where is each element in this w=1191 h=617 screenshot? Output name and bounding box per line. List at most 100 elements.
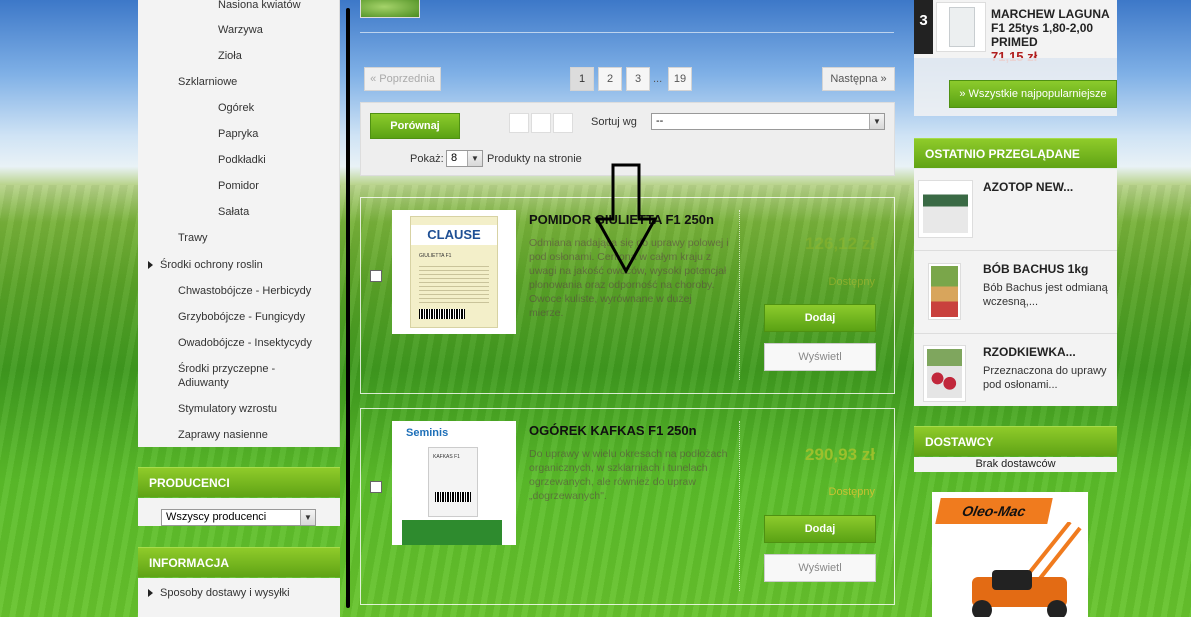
packet-brand: Seminis — [406, 427, 449, 439]
seed-packet — [949, 7, 975, 47]
product-thumbnail[interactable] — [923, 345, 966, 402]
category-label: Pomidor — [218, 180, 259, 192]
producers-panel: Wszyscy producenci ▼ — [138, 498, 340, 526]
divider — [739, 210, 740, 380]
ad-brand-logo: Oleo-Mac — [935, 498, 1053, 524]
category-label: Zaprawy nasienne — [178, 429, 268, 441]
ad-brand-text: Oleo-Mac — [960, 503, 1028, 519]
product-card: Seminis KAFKAS F1 OGÓREK KAFKAS F1 250n … — [360, 408, 895, 605]
add-to-cart-button[interactable]: Dodaj — [764, 515, 876, 543]
product-thumbnail[interactable] — [360, 0, 420, 18]
compare-checkbox[interactable] — [370, 270, 382, 282]
popular-product-item[interactable]: 3 MARCHEW LAGUNA F1 25tys 1,80-2,00 PRIM… — [914, 0, 1117, 64]
lawn-mower-icon — [972, 522, 1082, 617]
product-image[interactable]: Seminis KAFKAS F1 — [392, 421, 516, 545]
category-papryka[interactable]: Papryka — [138, 121, 340, 147]
page-1-button[interactable]: 1 — [570, 67, 594, 91]
category-herbicydy[interactable]: Chwastobójcze - Herbicydy — [138, 278, 340, 304]
availability-status: Dostępny — [828, 486, 875, 498]
popular-footer: » Wszystkie najpopularniejsze — [914, 58, 1117, 116]
category-pomidor[interactable]: Pomidor — [138, 173, 340, 199]
suppliers-empty-text: Brak dostawców — [914, 457, 1117, 472]
product-thumbnail[interactable] — [918, 180, 973, 238]
info-item-label: Sposoby dostawy i wysyłki — [160, 587, 290, 599]
view-product-button[interactable]: Wyświetl — [764, 554, 876, 582]
category-ziola[interactable]: Zioła — [138, 43, 340, 69]
add-to-cart-button[interactable]: Dodaj — [764, 304, 876, 332]
divider — [739, 421, 740, 591]
ad-banner[interactable]: Oleo-Mac — [932, 492, 1088, 617]
category-salata[interactable]: Sałata — [138, 199, 340, 225]
prev-page-button[interactable]: « Poprzednia — [364, 67, 441, 91]
rank-badge: 3 — [914, 0, 933, 54]
chevron-down-icon: ▼ — [467, 151, 482, 166]
sort-label: Sortuj wg — [591, 116, 637, 128]
all-popular-button[interactable]: » Wszystkie najpopularniejsze — [949, 80, 1117, 108]
category-label: Ogórek — [218, 102, 255, 114]
sort-select[interactable]: -- ▼ — [651, 113, 885, 130]
recent-item-description: Przeznaczona do uprawy pod osłonami... — [983, 365, 1107, 391]
triangle-right-icon — [148, 261, 153, 269]
category-label: Chwastobójcze - Herbicydy — [178, 285, 312, 297]
category-zaprawy[interactable]: Zaprawy nasienne — [138, 422, 340, 448]
show-label: Pokaż: — [410, 153, 444, 165]
barcode-icon — [435, 492, 471, 502]
per-page-label: Produkty na stronie — [487, 153, 582, 165]
category-label: Środki przyczepne - Adiuwanty — [178, 363, 276, 389]
packet-text-block — [419, 263, 489, 303]
producers-select[interactable]: Wszyscy producenci ▼ — [161, 509, 316, 526]
category-podkladki[interactable]: Podkładki — [138, 147, 340, 173]
information-panel: Sposoby dostawy i wysyłki — [138, 578, 340, 617]
product-price: 126,12 zł — [805, 234, 875, 253]
category-stymulatory[interactable]: Stymulatory wzrostu — [138, 396, 340, 422]
category-label: Trawy — [178, 232, 208, 244]
category-label: Warzywa — [218, 24, 263, 36]
category-label: Papryka — [218, 128, 259, 140]
information-header: INFORMACJA — [138, 547, 340, 577]
recent-item-name[interactable]: BÓB BACHUS 1kg — [983, 262, 1088, 276]
category-label: Podkładki — [218, 154, 266, 166]
product-name[interactable]: OGÓREK KAFKAS F1 250n — [529, 423, 697, 438]
category-menu: Nasiona kwiatów Warzywa Zioła Szklarniow… — [138, 0, 340, 447]
page-3-button[interactable]: 3 — [626, 67, 650, 91]
producers-select-value: Wszyscy producenci — [166, 511, 267, 523]
category-label: Grzybobójcze - Fungicydy — [178, 311, 306, 323]
category-szklarniowe[interactable]: Szklarniowe — [138, 69, 340, 95]
compare-button[interactable]: Porównaj — [370, 113, 460, 139]
page-19-button[interactable]: 19 — [668, 67, 692, 91]
product-packet — [923, 185, 968, 233]
recent-item-name[interactable]: RZODKIEWKA... — [983, 345, 1076, 359]
category-label: Sałata — [218, 206, 250, 218]
info-item-dostawa[interactable]: Sposoby dostawy i wysyłki — [138, 580, 340, 606]
compare-slot — [509, 113, 529, 133]
triangle-right-icon — [148, 589, 153, 597]
recent-item-description: Bób Bachus jest odmianą wczesną,... — [983, 282, 1108, 308]
product-price: 290,93 zł — [805, 445, 875, 464]
category-warzywa[interactable]: Warzywa — [138, 17, 340, 43]
category-fungicydy[interactable]: Grzybobójcze - Fungicydy — [138, 304, 340, 330]
category-srodki-ochrony[interactable]: Środki ochrony roslin — [138, 252, 340, 278]
category-adiuwanty[interactable]: Środki przyczepne - Adiuwanty — [138, 362, 340, 392]
product-image[interactable]: CLAUSE GIULIETTA F1 — [392, 210, 516, 334]
popular-product-name[interactable]: MARCHEW LAGUNA F1 25tys 1,80-2,00 PRIMED — [991, 7, 1115, 49]
annotation-arrow-icon — [594, 163, 658, 275]
category-ogorek[interactable]: Ogórek — [138, 95, 340, 121]
product-thumbnail[interactable] — [928, 263, 961, 320]
page-2-button[interactable]: 2 — [598, 67, 622, 91]
product-thumbnail[interactable] — [936, 2, 986, 52]
recently-viewed-header: OSTATNIO PRZEGLĄDANE — [914, 138, 1117, 168]
compare-checkbox[interactable] — [370, 481, 382, 493]
view-product-button[interactable]: Wyświetl — [764, 343, 876, 371]
category-insektycydy[interactable]: Owadobójcze - Insektycydy — [138, 330, 340, 356]
compare-slot — [553, 113, 573, 133]
chevron-down-icon: ▼ — [300, 510, 315, 525]
per-page-select[interactable]: 8 ▼ — [446, 150, 483, 167]
category-trawy[interactable]: Trawy — [138, 225, 340, 251]
packet-brand: CLAUSE — [411, 225, 497, 245]
recent-item-name[interactable]: AZOTOP NEW... — [983, 180, 1073, 194]
next-page-button[interactable]: Następna » — [822, 67, 895, 91]
barcode-icon — [419, 309, 465, 319]
producers-header: PRODUCENCI — [138, 467, 340, 497]
category-nasiona-kwiatow[interactable]: Nasiona kwiatów — [138, 0, 340, 18]
product-description: Do uprawy w wielu okresach na podłożach … — [529, 448, 728, 502]
